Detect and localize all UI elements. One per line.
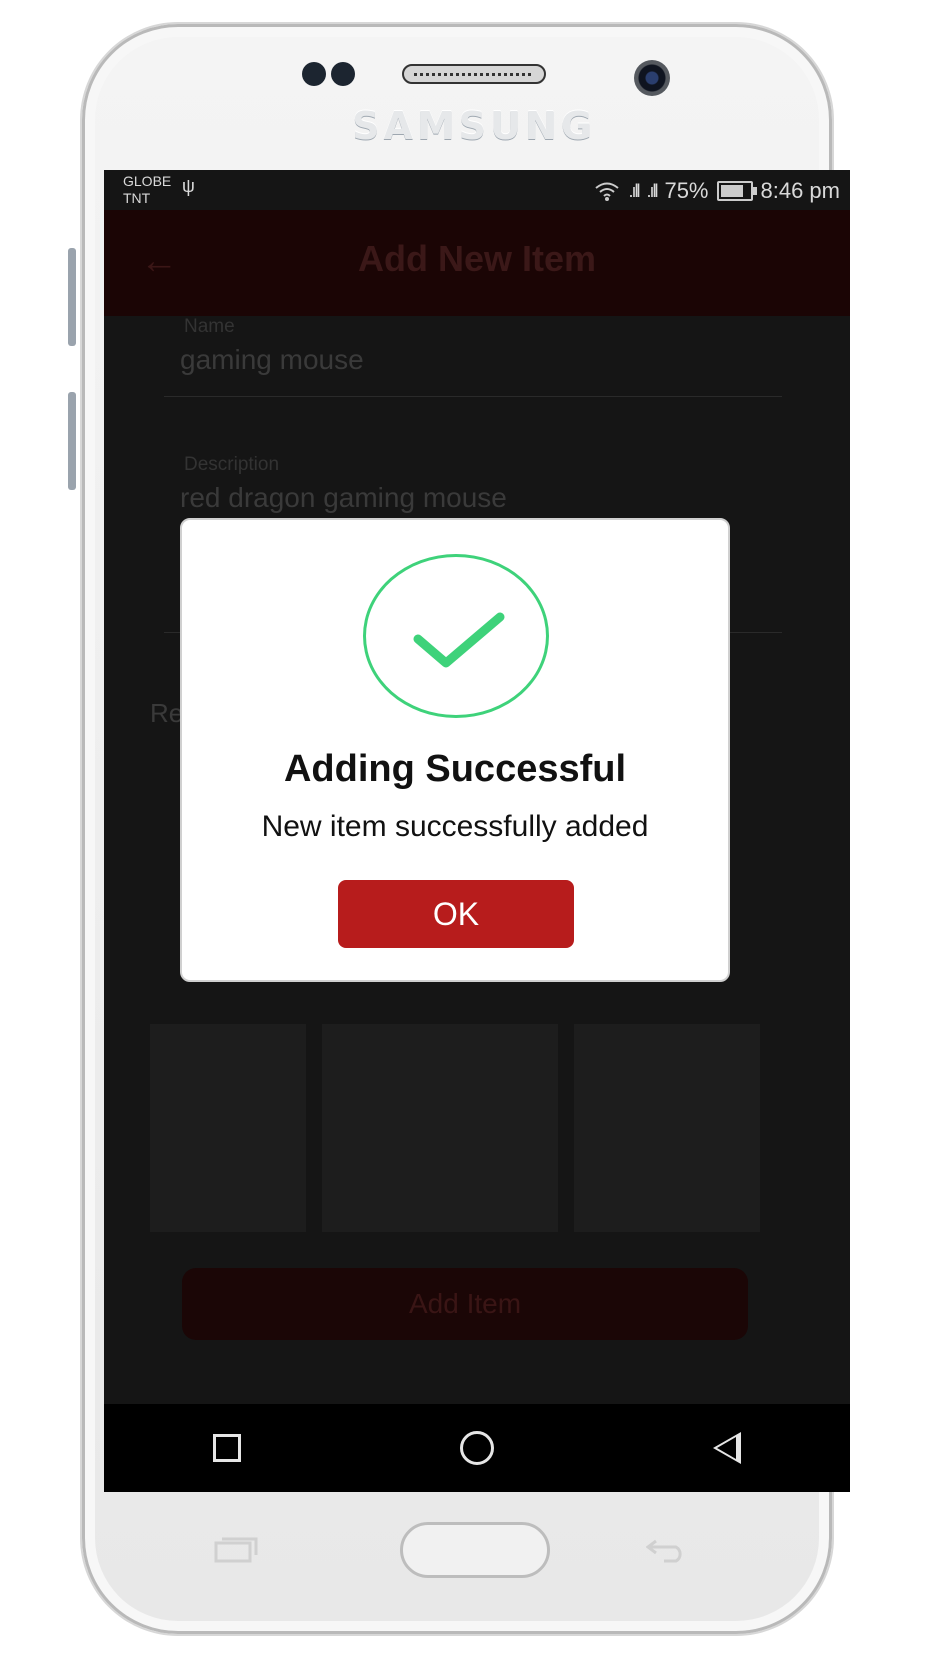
check-icon: [363, 554, 549, 718]
description-input[interactable]: red dragon gaming mouse: [180, 482, 507, 514]
front-camera: [634, 60, 670, 96]
nav-home-icon[interactable]: [459, 1431, 494, 1465]
status-bar: GLOBE TNT ψ .ıll .ıll 75% 8:46 pm: [104, 170, 850, 210]
battery-icon: [716, 181, 757, 201]
photo-thumbnail[interactable]: [322, 1024, 558, 1232]
photo-thumbnail[interactable]: [574, 1024, 760, 1232]
dialog-title: Adding Successful: [283, 748, 627, 790]
carrier-label: GLOBE TNT: [123, 173, 172, 206]
name-input[interactable]: gaming mouse: [180, 344, 364, 376]
description-label: Description: [184, 454, 280, 475]
add-item-button[interactable]: Add Item: [182, 1268, 748, 1340]
usb-icon: ψ: [182, 176, 195, 196]
partial-label: Re: [150, 698, 184, 728]
signal-icon: .ıll: [628, 180, 640, 201]
dialog-message: New item successfully added: [261, 810, 649, 843]
ok-button[interactable]: OK: [338, 880, 574, 948]
name-underline: [164, 396, 782, 397]
clock: 8:46 pm: [760, 178, 841, 203]
back-key-icon: [645, 1535, 690, 1563]
volume-up-button: [68, 248, 76, 346]
success-dialog: Adding Successful New item successfully …: [180, 518, 730, 982]
status-icons: .ıll .ıll 75% 8:46 pm: [594, 178, 840, 204]
volume-down-button: [68, 392, 76, 490]
earpiece: [402, 64, 546, 84]
nav-recent-icon[interactable]: [213, 1434, 242, 1462]
battery-percent: 75%: [664, 178, 709, 203]
page-title: Add New Item: [357, 238, 597, 279]
home-button[interactable]: [400, 1522, 550, 1578]
nav-bar: [104, 1404, 850, 1492]
sensor-dot-right: [331, 62, 355, 86]
name-label: Name: [184, 316, 235, 337]
recent-apps-key-icon: [214, 1535, 258, 1563]
app-bar: ← Add New Item: [104, 210, 850, 316]
signal-icon-2: .ıll: [646, 180, 658, 201]
wifi-icon: [595, 182, 620, 201]
brand-logo: SAMSUNG: [352, 104, 596, 148]
nav-back-icon[interactable]: [712, 1432, 741, 1464]
sensor-dot-left: [302, 62, 326, 86]
photo-thumbnail[interactable]: [150, 1024, 306, 1232]
